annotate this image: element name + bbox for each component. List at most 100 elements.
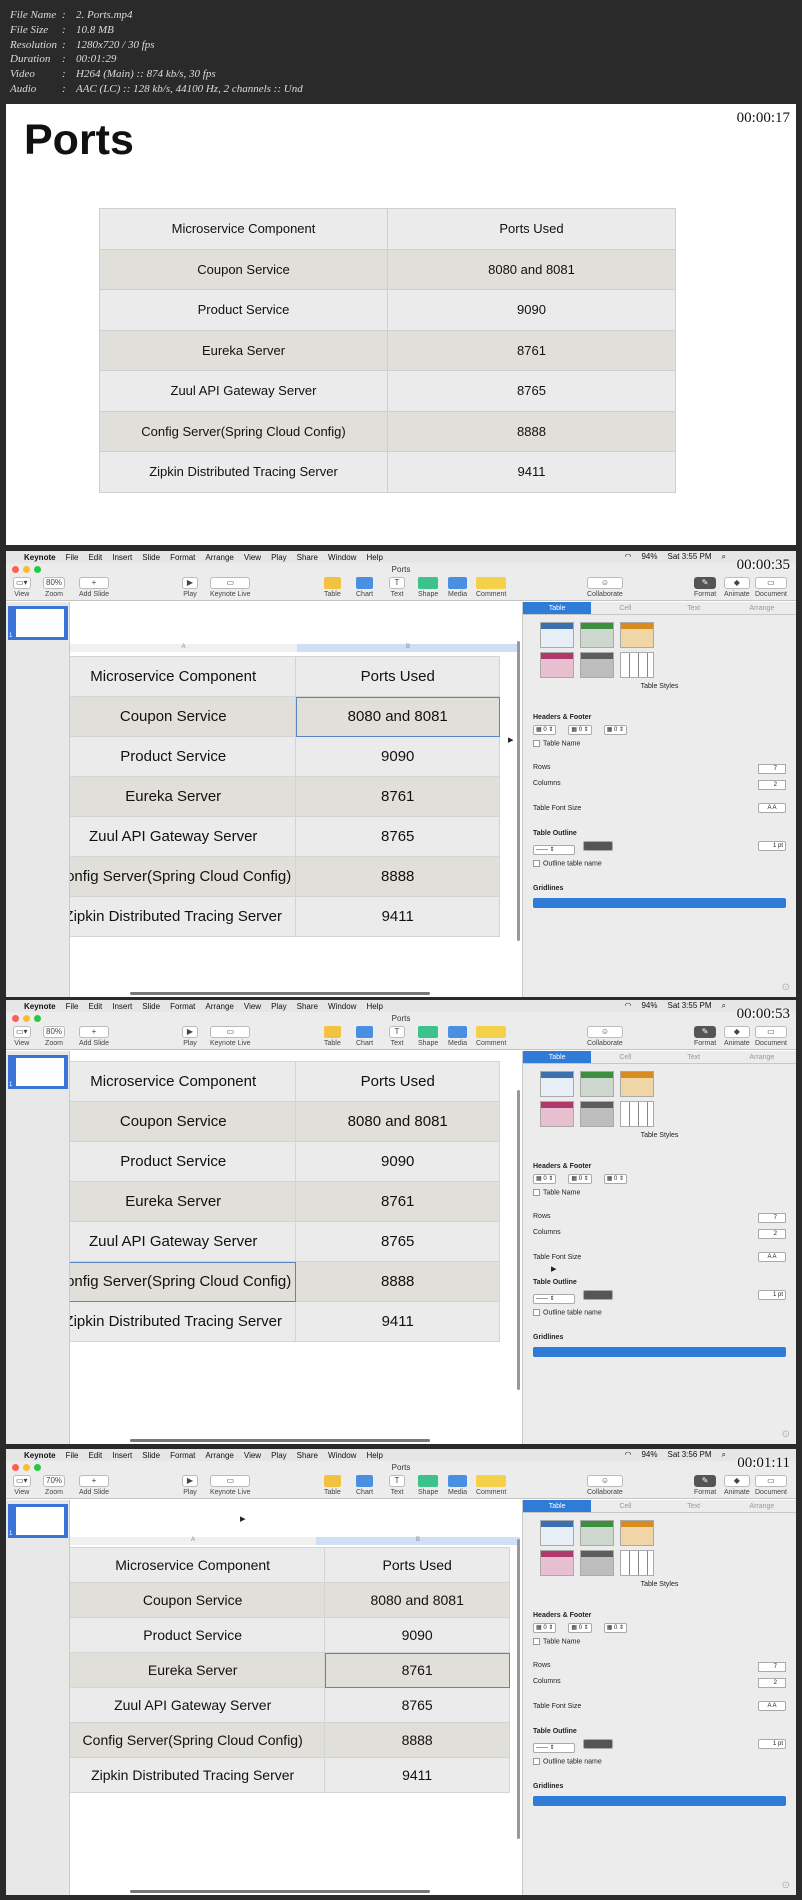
ports-table[interactable]: Microservice Component Ports Used Coupon … (70, 1547, 510, 1793)
table-cell[interactable]: 8080 and 8081 (295, 696, 500, 737)
menu-item-window[interactable]: Window (328, 1451, 356, 1460)
tab-table[interactable]: Table (523, 1500, 592, 1512)
menu-item-view[interactable]: View (244, 1002, 261, 1011)
outline-style-select[interactable]: —— ⇕ (533, 845, 575, 855)
animate-button[interactable]: ◆ Animate (724, 1026, 750, 1047)
table-name-checkbox[interactable] (533, 1638, 540, 1645)
table-cell[interactable]: Config Server(Spring Cloud Config) (70, 1261, 297, 1302)
vertical-scrollbar[interactable] (517, 641, 520, 941)
outline-name-checkbox[interactable] (533, 1309, 540, 1316)
table-header-cell[interactable]: Microservice Component (70, 656, 297, 697)
menu-item-slide[interactable]: Slide (142, 1002, 160, 1011)
collaborate-button[interactable]: ☺ Collaborate (587, 1026, 623, 1047)
table-name-option[interactable]: Table Name (533, 1638, 786, 1645)
outline-name-option[interactable]: Outline table name (533, 1758, 786, 1765)
insert-comment-button[interactable]: Comment (476, 577, 507, 598)
menu-item-insert[interactable]: Insert (112, 1002, 132, 1011)
table-style-swatch[interactable] (620, 1550, 654, 1576)
wifi-icon[interactable]: ◠ (624, 1001, 631, 1011)
footer-rows-select[interactable]: ▦ 0 ⇕ (603, 725, 628, 735)
tab-arrange[interactable]: Arrange (728, 1500, 796, 1512)
insert-chart-button[interactable]: Chart (356, 1026, 374, 1047)
search-icon[interactable]: ⌕ (722, 1001, 726, 1011)
header-columns-select[interactable]: ▦ 0 ⇕ (568, 1174, 592, 1184)
add-slide-button[interactable]: + Add Slide (79, 577, 109, 598)
table-style-swatch[interactable] (580, 652, 614, 678)
insert-chart-button[interactable]: Chart (356, 1475, 374, 1496)
horizontal-scrollbar[interactable] (130, 992, 430, 995)
footer-rows-select[interactable]: ▦ 0 ⇕ (603, 1623, 628, 1633)
insert-text-button[interactable]: T Text (389, 1026, 405, 1047)
table-cell[interactable]: 8080 and 8081 (295, 1101, 500, 1142)
keynote-live-button[interactable]: ▭ Keynote Live (210, 577, 251, 598)
insert-media-button[interactable]: Media (448, 1475, 468, 1496)
table-cell[interactable]: Zipkin Distributed Tracing Server (70, 1757, 326, 1793)
tab-table[interactable]: Table (523, 1051, 592, 1063)
search-icon[interactable]: ⌕ (722, 1450, 726, 1460)
table-cell[interactable]: Zuul API Gateway Server (70, 816, 297, 857)
menu-item-keynote[interactable]: Keynote (24, 1451, 56, 1460)
table-name-option[interactable]: Table Name (533, 1189, 786, 1196)
collaborate-button[interactable]: ☺ Collaborate (587, 1475, 623, 1496)
table-cell[interactable]: Zuul API Gateway Server (70, 1221, 297, 1262)
table-style-swatch[interactable] (620, 1101, 654, 1127)
horizontal-scrollbar[interactable] (130, 1439, 430, 1442)
slide-thumbnail[interactable]: 1 (8, 606, 68, 640)
table-cell[interactable]: 9090 (295, 1141, 500, 1182)
table-cell[interactable]: Zuul API Gateway Server (70, 1687, 326, 1723)
outline-name-checkbox[interactable] (533, 1758, 540, 1765)
tab-arrange[interactable]: Arrange (728, 602, 796, 614)
table-style-swatch[interactable] (620, 1520, 654, 1546)
column-header-b[interactable]: B (297, 644, 519, 652)
menu-item-help[interactable]: Help (366, 1451, 382, 1460)
table-style-swatch[interactable] (580, 1071, 614, 1097)
vertical-scrollbar[interactable] (517, 1539, 520, 1839)
rows-stepper[interactable]: 7 (758, 1662, 786, 1672)
table-cell[interactable]: Product Service (70, 1617, 326, 1653)
table-name-checkbox[interactable] (533, 740, 540, 747)
outline-name-option[interactable]: Outline table name (533, 1309, 786, 1316)
table-header-cell[interactable]: Ports Used (295, 1061, 500, 1102)
table-cell[interactable]: 8888 (295, 1261, 500, 1302)
add-slide-button[interactable]: + Add Slide (79, 1475, 109, 1496)
table-cell[interactable]: 8080 and 8081 (324, 1582, 510, 1618)
table-cell[interactable]: 9411 (324, 1757, 510, 1793)
menu-item-window[interactable]: Window (328, 553, 356, 562)
tab-cell[interactable]: Cell (591, 1500, 659, 1512)
menu-item-play[interactable]: Play (271, 1002, 287, 1011)
menu-item-file[interactable]: File (66, 553, 79, 562)
header-columns-select[interactable]: ▦ 0 ⇕ (568, 725, 592, 735)
outline-style-select[interactable]: —— ⇕ (533, 1294, 575, 1304)
table-cell[interactable]: Eureka Server (70, 776, 297, 817)
outline-width-stepper[interactable]: 1 pt (758, 1739, 786, 1749)
header-rows-select[interactable]: ▦ 0 ⇕ (533, 725, 557, 735)
search-icon[interactable]: ⌕ (722, 552, 726, 562)
horizontal-scrollbar[interactable] (130, 1890, 430, 1893)
table-cell[interactable]: Config Server(Spring Cloud Config) (70, 856, 297, 897)
format-button[interactable]: ✎ Format (694, 1026, 717, 1047)
tab-table[interactable]: Table (523, 602, 592, 614)
table-cell[interactable]: 8888 (324, 1722, 510, 1758)
insert-table-button[interactable]: Table (324, 1475, 341, 1496)
table-cell[interactable]: Coupon Service (70, 696, 297, 737)
outline-width-stepper[interactable]: 1 pt (758, 1290, 786, 1300)
footer-rows-select[interactable]: ▦ 0 ⇕ (603, 1174, 628, 1184)
slide-thumbnail[interactable]: 1 (8, 1504, 68, 1538)
view-button[interactable]: ▭▾ View (13, 1475, 31, 1496)
view-button[interactable]: ▭▾ View (13, 1026, 31, 1047)
table-cell[interactable]: 8765 (295, 1221, 500, 1262)
table-cell[interactable]: 8888 (295, 856, 500, 897)
format-button[interactable]: ✎ Format (694, 1475, 717, 1496)
zoom-select[interactable]: 70% Zoom (43, 1475, 66, 1496)
menu-item-help[interactable]: Help (366, 553, 382, 562)
insert-shape-button[interactable]: Shape (418, 1026, 439, 1047)
table-cell[interactable]: 9090 (324, 1617, 510, 1653)
tab-cell[interactable]: Cell (591, 602, 659, 614)
menu-item-insert[interactable]: Insert (112, 553, 132, 562)
gridlines-buttons[interactable] (533, 1796, 786, 1806)
play-button[interactable]: ▶ Play (182, 577, 198, 598)
document-button[interactable]: ▭ Document (755, 1475, 787, 1496)
table-cell[interactable]: Config Server(Spring Cloud Config) (70, 1722, 326, 1758)
header-rows-select[interactable]: ▦ 0 ⇕ (533, 1174, 557, 1184)
table-style-swatch[interactable] (540, 1520, 574, 1546)
